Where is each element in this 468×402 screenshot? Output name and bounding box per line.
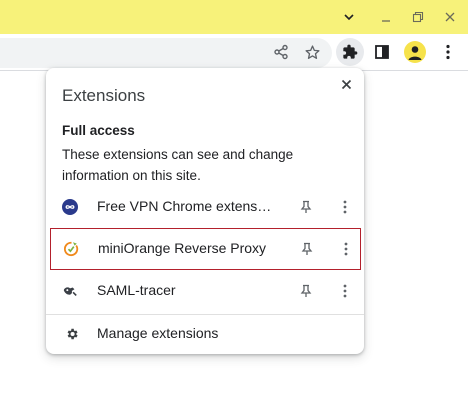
profile-avatar[interactable] — [401, 38, 429, 66]
avatar — [404, 41, 426, 63]
close-icon[interactable] — [336, 74, 356, 94]
popup-title: Extensions — [62, 86, 146, 105]
extensions-puzzle-icon[interactable] — [336, 38, 364, 66]
saml-tracer-icon — [62, 283, 78, 299]
gear-icon — [64, 326, 80, 342]
extension-item-free-vpn[interactable]: Free VPN Chrome extension — [46, 186, 364, 228]
manage-extensions-label: Manage extensions — [97, 325, 219, 341]
share-icon[interactable] — [267, 38, 295, 66]
vpn-infinity-icon — [62, 199, 78, 215]
more-vert-icon[interactable] — [335, 281, 355, 301]
extension-name: miniOrange Reverse Proxy — [98, 240, 267, 256]
access-description: These extensions can see and change info… — [62, 147, 294, 183]
window-titlebar — [0, 0, 468, 34]
chevron-down-icon[interactable] — [337, 5, 361, 29]
restore-icon[interactable] — [406, 5, 430, 29]
extension-item-miniorange[interactable]: miniOrange Reverse Proxy — [50, 228, 361, 270]
miniorange-icon — [63, 241, 79, 257]
pin-icon[interactable] — [296, 281, 316, 301]
pin-icon[interactable] — [297, 239, 317, 259]
close-icon[interactable] — [438, 5, 462, 29]
manage-extensions-button[interactable]: Manage extensions — [46, 317, 364, 351]
side-panel-icon[interactable] — [368, 38, 396, 66]
extension-name: Free VPN Chrome extension — [97, 198, 273, 214]
browser-toolbar — [0, 34, 468, 71]
minimize-icon[interactable] — [374, 5, 398, 29]
extensions-popup: Extensions Full access These extensions … — [46, 68, 364, 354]
more-vert-icon[interactable] — [434, 38, 462, 66]
more-vert-icon[interactable] — [335, 197, 355, 217]
more-vert-icon[interactable] — [336, 239, 356, 259]
extension-item-saml-tracer[interactable]: SAML-tracer — [46, 270, 364, 312]
pin-icon[interactable] — [296, 197, 316, 217]
extension-name: SAML-tracer — [97, 282, 176, 298]
divider — [46, 314, 364, 315]
star-icon[interactable] — [298, 38, 326, 66]
access-heading: Full access — [62, 123, 135, 138]
